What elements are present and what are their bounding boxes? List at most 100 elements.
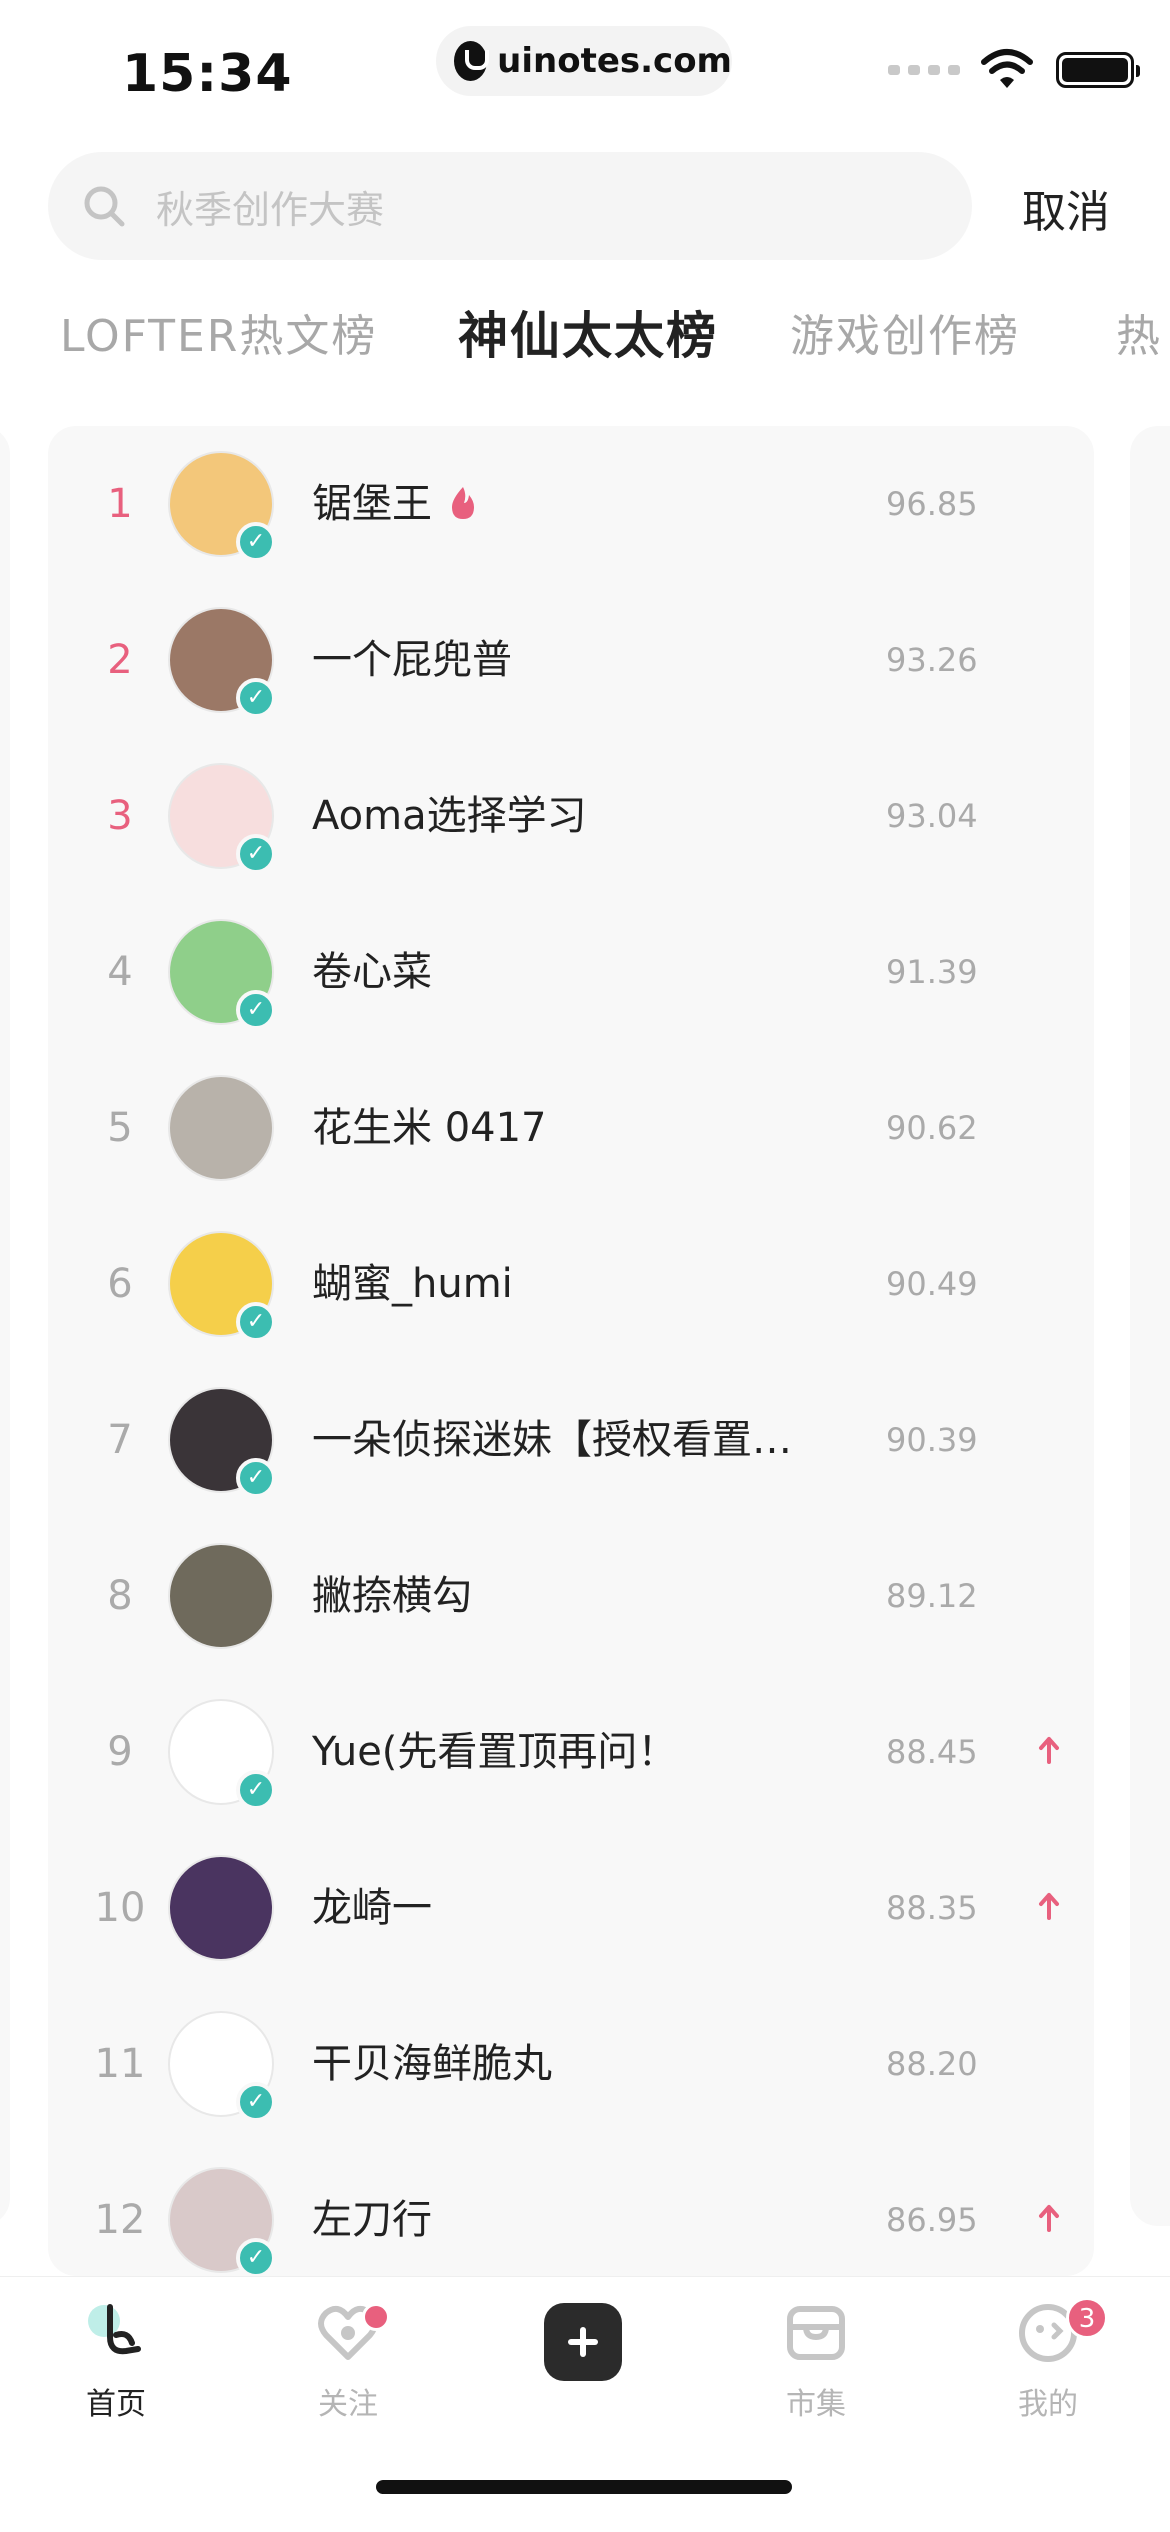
wifi-icon xyxy=(981,49,1033,88)
user-name-wrap: 干贝海鲜脆丸 xyxy=(312,1986,552,2142)
ranking-row[interactable]: 6 ✓ 蝴蜜_humi 90.49 xyxy=(48,1206,1094,1362)
ranking-row[interactable]: 1 ✓ 锯堡王 96.85 xyxy=(48,426,1094,582)
user-name-wrap: 锯堡王 xyxy=(312,426,478,582)
next-card-edge xyxy=(1130,426,1170,2226)
user-name: 卷心菜 xyxy=(312,949,432,995)
user-name: 锯堡王 xyxy=(312,481,432,527)
nav-market-label: 市集 xyxy=(786,2387,846,2422)
verified-badge-icon: ✓ xyxy=(236,2238,276,2276)
tab-immortal-ladies[interactable]: 神仙太太榜 xyxy=(458,296,718,368)
status-icons xyxy=(888,48,1140,92)
battery-icon xyxy=(1056,52,1140,88)
tab-game-creation[interactable]: 游戏创作榜 xyxy=(790,300,1020,364)
arrow-up-icon xyxy=(1039,1893,1059,1920)
rank-number: 1 xyxy=(107,481,133,527)
search-placeholder: 秋季创作大赛 xyxy=(156,187,385,232)
nav-follow[interactable]: 关注 xyxy=(268,2297,428,2423)
site-logo-icon xyxy=(454,41,490,81)
verified-badge-icon: ✓ xyxy=(236,678,276,718)
nav-me[interactable]: 3 我的 xyxy=(968,2297,1128,2423)
heat-score: 93.04 xyxy=(886,797,978,835)
ranking-row[interactable]: 9 ✓ Yue(先看置顶再问！ 88.45 xyxy=(48,1674,1094,1830)
ranking-row[interactable]: 4 ✓ 卷心菜 91.39 xyxy=(48,894,1094,1050)
ranking-row[interactable]: 12 ✓ 左刀行 86.95 xyxy=(48,2142,1094,2276)
user-name-wrap: 卷心菜 xyxy=(312,894,432,1050)
heat-score: 90.49 xyxy=(886,1265,978,1303)
nav-me-label: 我的 xyxy=(1018,2387,1078,2422)
heat-score: 88.35 xyxy=(886,1889,978,1927)
ranking-card: 1 ✓ 锯堡王 96.85 2 ✓ 一个屁兜普 93.26 3 ✓ Aoma选择学习 93.04 4 ✓ 卷… xyxy=(48,426,1094,2276)
verified-badge-icon: ✓ xyxy=(236,834,276,874)
heat-score: 93.26 xyxy=(886,641,978,679)
rank-number: 10 xyxy=(94,1885,146,1931)
user-name: 一朵侦探迷妹【授权看置… xyxy=(312,1417,792,1463)
ranking-tabs: LOFTER热文榜 神仙太太榜 游戏创作榜 热 xyxy=(0,300,1170,380)
arrow-up-icon xyxy=(1039,2205,1059,2232)
ranking-row[interactable]: 8 撇捺横勾 89.12 xyxy=(48,1518,1094,1674)
avatar[interactable] xyxy=(168,1855,274,1961)
rank-number: 2 xyxy=(107,637,133,683)
user-name: 龙崎一 xyxy=(312,1885,432,1931)
rank-number: 6 xyxy=(107,1261,133,1307)
rank-number: 11 xyxy=(94,2041,146,2087)
verified-badge-icon: ✓ xyxy=(236,990,276,1030)
avatar[interactable] xyxy=(168,1543,274,1649)
user-name-wrap: 龙崎一 xyxy=(312,1830,432,1986)
user-name-wrap: 蝴蜜_humi xyxy=(312,1206,513,1362)
search-input[interactable]: 秋季创作大赛 xyxy=(48,152,972,260)
rank-number: 12 xyxy=(94,2197,146,2243)
fire-icon xyxy=(452,487,474,519)
heat-score: 88.45 xyxy=(886,1733,978,1771)
user-name: 干贝海鲜脆丸 xyxy=(312,2041,552,2087)
url-pill[interactable]: uinotes.com xyxy=(436,26,732,96)
user-name-wrap: 撇捺横勾 xyxy=(312,1518,472,1674)
user-name-wrap: Aoma选择学习 xyxy=(312,738,587,894)
nav-home[interactable]: 首页 xyxy=(36,2297,196,2423)
verified-badge-icon: ✓ xyxy=(236,2082,276,2122)
ranking-row[interactable]: 5 花生米 0417 90.62 xyxy=(48,1050,1094,1206)
rank-number: 7 xyxy=(107,1417,133,1463)
nav-home-label: 首页 xyxy=(86,2387,146,2422)
tab-lofter-hot[interactable]: LOFTER热文榜 xyxy=(60,300,377,364)
user-name-wrap: Yue(先看置顶再问！ xyxy=(312,1674,677,1830)
arrow-up-icon xyxy=(1039,1737,1059,1764)
home-indicator xyxy=(376,2480,792,2494)
ranking-row[interactable]: 2 ✓ 一个屁兜普 93.26 xyxy=(48,582,1094,738)
user-name-wrap: 左刀行 xyxy=(312,2142,432,2276)
prev-card-edge xyxy=(0,426,10,2226)
verified-badge-icon: ✓ xyxy=(236,1302,276,1342)
rank-number: 5 xyxy=(107,1105,133,1151)
avatar[interactable] xyxy=(168,1075,274,1181)
home-icon xyxy=(88,2304,141,2355)
ranking-row[interactable]: 7 ✓ 一朵侦探迷妹【授权看置… 90.39 xyxy=(48,1362,1094,1518)
tab-hot-partial[interactable]: 热 xyxy=(1116,300,1162,364)
me-count-badge: 3 xyxy=(1066,2297,1108,2339)
rank-number: 9 xyxy=(107,1729,133,1775)
url-text: uinotes.com xyxy=(497,41,732,81)
user-name-wrap: 一朵侦探迷妹【授权看置… xyxy=(312,1362,792,1518)
heat-score: 90.62 xyxy=(886,1109,978,1147)
ranking-row[interactable]: 11 ✓ 干贝海鲜脆丸 88.20 xyxy=(48,1986,1094,2142)
user-name: 花生米 0417 xyxy=(312,1105,547,1151)
nav-market[interactable]: 市集 xyxy=(736,2297,896,2423)
search-icon xyxy=(84,186,125,227)
cancel-button[interactable]: 取消 xyxy=(1022,176,1110,240)
verified-badge-icon: ✓ xyxy=(236,1458,276,1498)
verified-badge-icon: ✓ xyxy=(236,522,276,562)
status-bar: 15:34 uinotes.com xyxy=(0,0,1170,140)
user-name: 左刀行 xyxy=(312,2197,432,2243)
status-time: 15:34 xyxy=(122,44,293,104)
rank-number: 4 xyxy=(107,949,133,995)
user-name-wrap: 花生米 0417 xyxy=(312,1050,547,1206)
user-name: 蝴蜜_humi xyxy=(312,1261,513,1307)
rank-number: 3 xyxy=(107,793,133,839)
rank-number: 8 xyxy=(107,1573,133,1619)
plus-icon xyxy=(544,2303,622,2381)
follow-notification-dot xyxy=(362,2303,390,2331)
heat-score: 91.39 xyxy=(886,953,978,991)
ranking-row[interactable]: 3 ✓ Aoma选择学习 93.04 xyxy=(48,738,1094,894)
nav-follow-label: 关注 xyxy=(318,2387,378,2422)
heat-score: 86.95 xyxy=(886,2201,978,2239)
ranking-row[interactable]: 10 龙崎一 88.35 xyxy=(48,1830,1094,1986)
user-name: Aoma选择学习 xyxy=(312,793,587,839)
